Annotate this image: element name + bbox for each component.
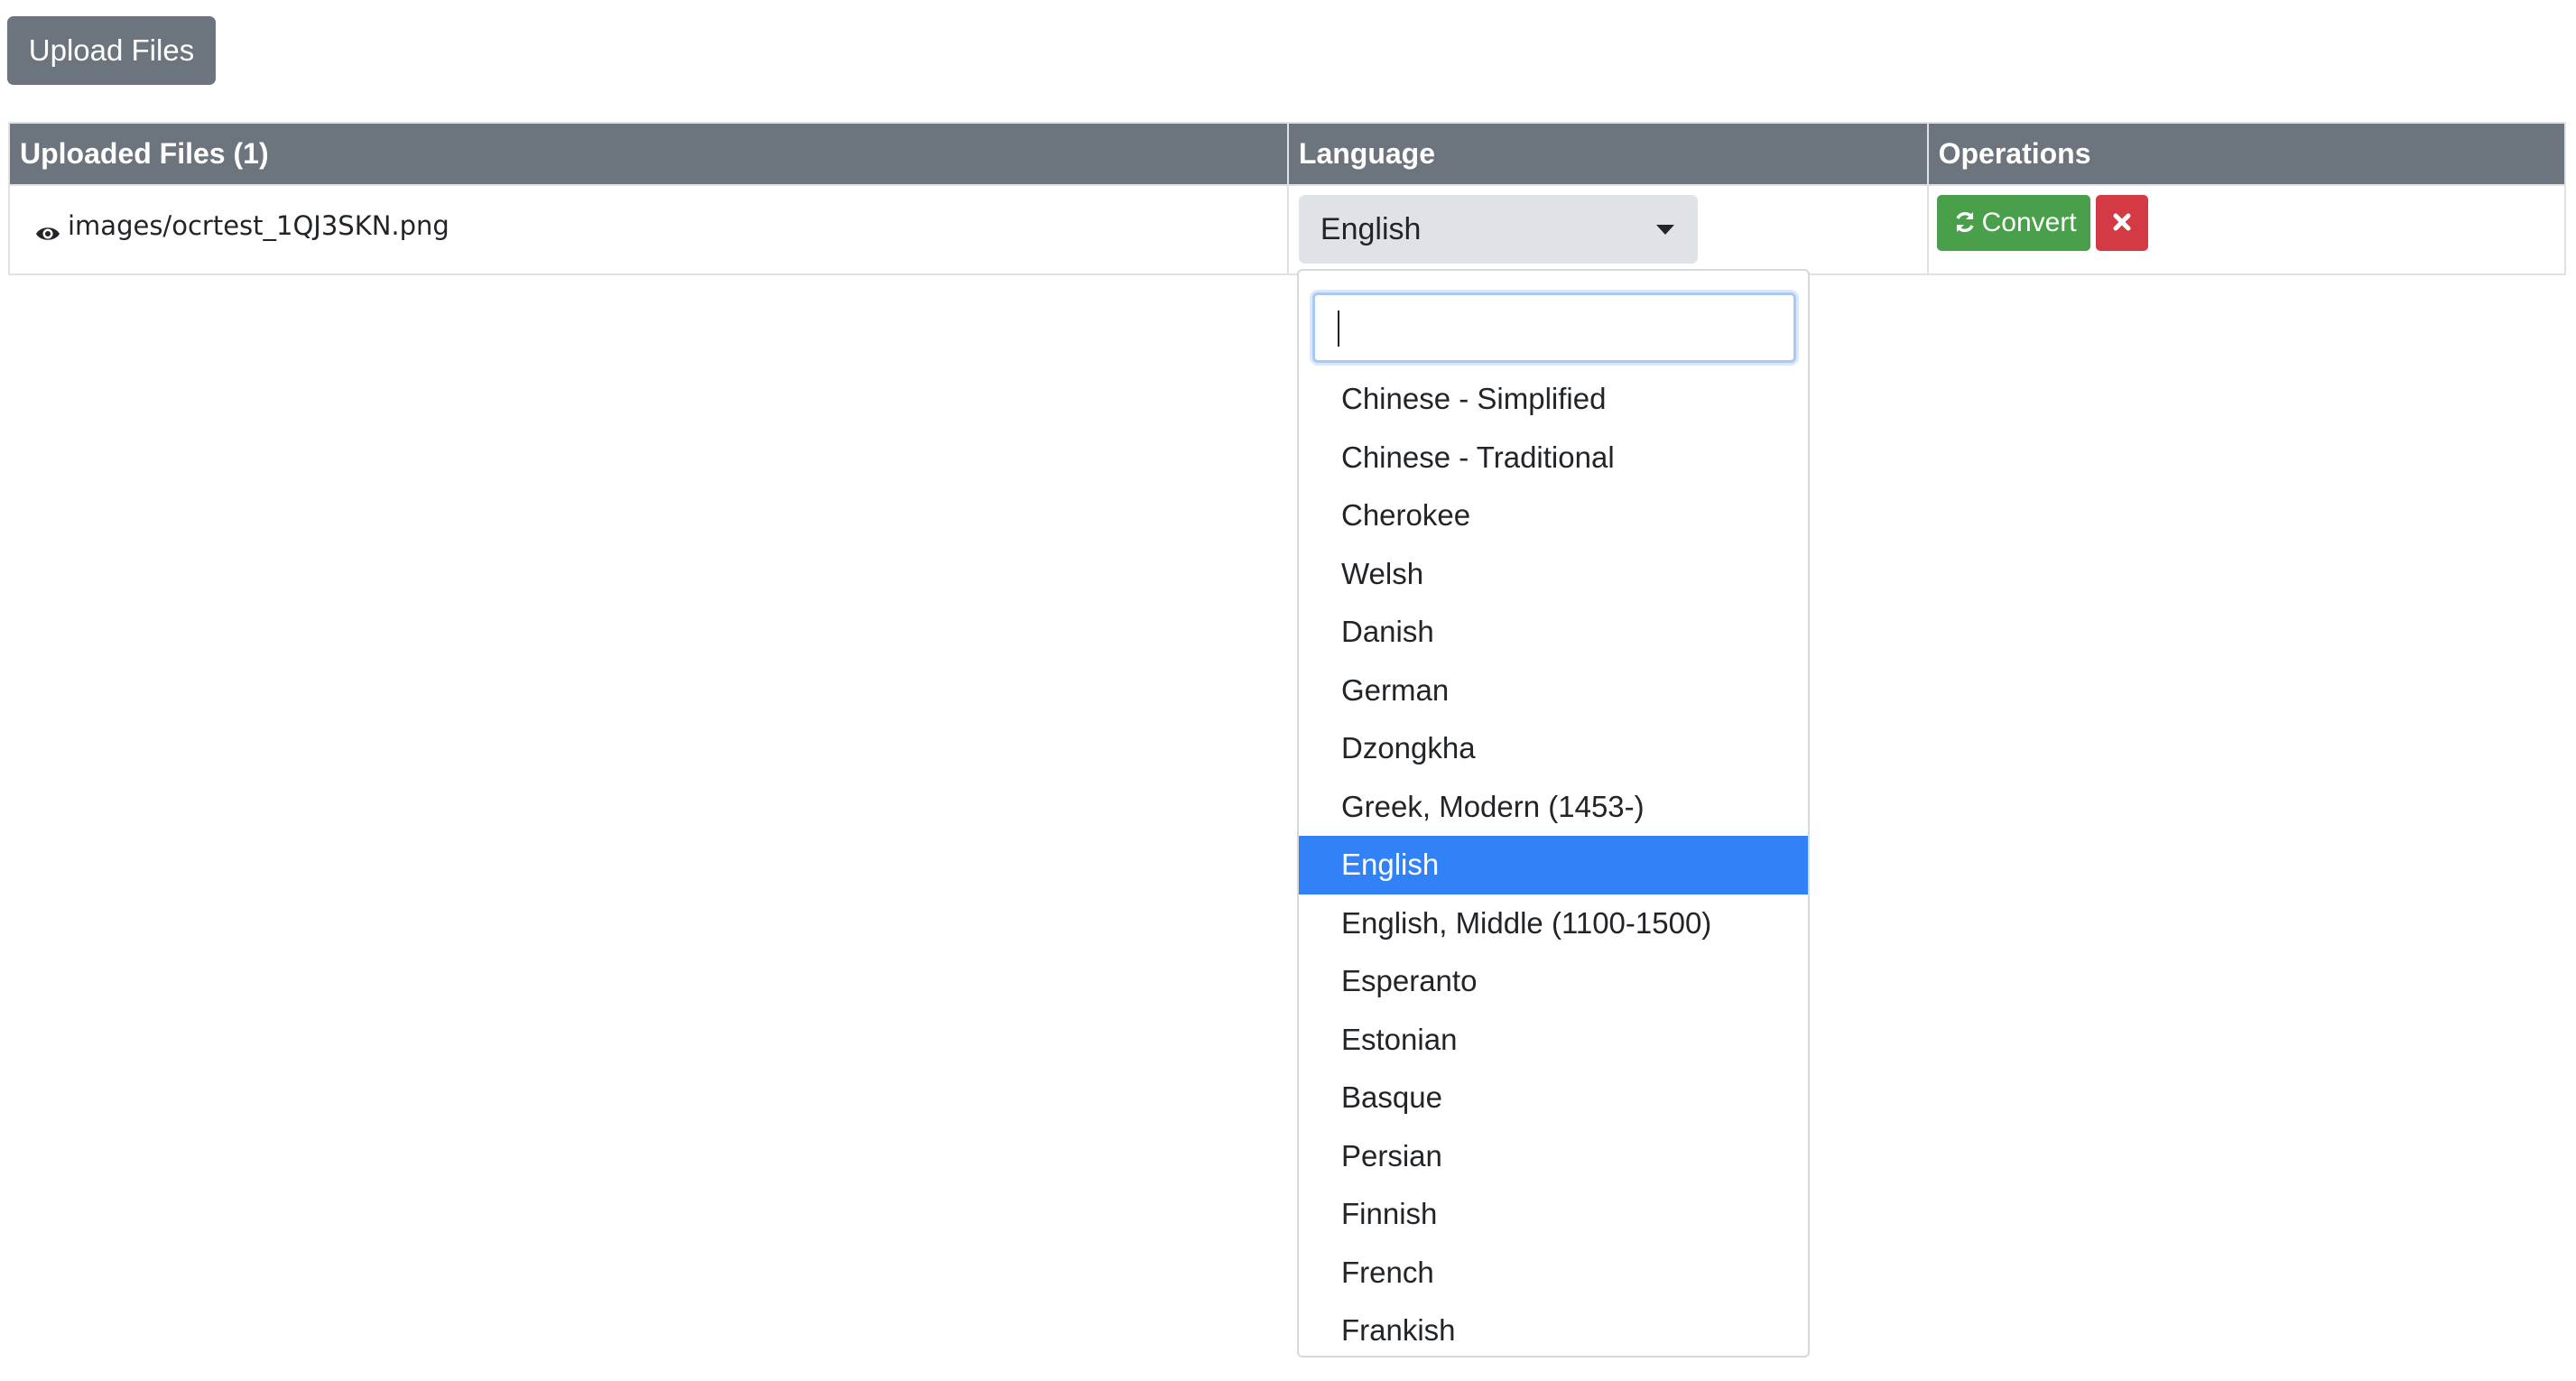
uploaded-files-table: Uploaded Files (1) Language Operations i… <box>8 122 2567 275</box>
language-option[interactable]: Estonian <box>1299 1011 1808 1070</box>
table-header-row: Uploaded Files (1) Language Operations <box>8 122 2567 186</box>
language-option[interactable]: Esperanto <box>1299 952 1808 1011</box>
file-cell: images/ocrtest_1QJ3SKN.png <box>8 184 1289 275</box>
language-select[interactable]: English <box>1298 195 1698 264</box>
language-option[interactable]: Finnish <box>1299 1185 1808 1244</box>
convert-button[interactable]: Convert <box>1936 195 2090 251</box>
table-row: images/ocrtest_1QJ3SKN.png English Conve… <box>8 184 2567 275</box>
language-option[interactable]: Chinese - Traditional <box>1299 429 1808 487</box>
language-option[interactable]: Welsh <box>1299 545 1808 604</box>
language-option[interactable]: Persian <box>1299 1127 1808 1186</box>
language-option[interactable]: Cherokee <box>1299 487 1808 545</box>
caret-down-icon <box>1655 225 1674 235</box>
language-option[interactable]: German <box>1299 662 1808 720</box>
language-option[interactable]: French <box>1299 1244 1808 1302</box>
language-search-input[interactable] <box>1312 292 1796 363</box>
language-options-list: Chinese - Simplified Chinese - Traditiona… <box>1299 370 1808 1360</box>
operations-cell: Convert <box>1926 184 2567 275</box>
header-operations: Operations <box>1926 122 2567 186</box>
close-icon <box>2113 213 2131 231</box>
eye-icon[interactable] <box>35 218 60 240</box>
file-name-link[interactable]: images/ocrtest_1QJ3SKN.png <box>68 210 449 241</box>
upload-files-button[interactable]: Upload Files <box>7 16 216 85</box>
language-option[interactable]: Dzongkha <box>1299 719 1808 778</box>
language-option[interactable]: Basque <box>1299 1069 1808 1127</box>
language-option[interactable]: Greek, Modern (1453-) <box>1299 778 1808 837</box>
language-cell: English <box>1286 184 1929 275</box>
convert-label: Convert <box>1981 208 2077 237</box>
language-option[interactable]: English, Middle (1100-1500) <box>1299 894 1808 953</box>
language-option[interactable]: English <box>1299 836 1808 894</box>
language-option[interactable]: Chinese - Simplified <box>1299 370 1808 429</box>
refresh-icon <box>1955 211 1974 232</box>
header-uploaded-files: Uploaded Files (1) <box>8 122 1289 186</box>
text-cursor <box>1338 310 1339 347</box>
language-option[interactable]: Frankish <box>1299 1302 1808 1360</box>
language-select-value: English <box>1320 212 1422 246</box>
language-dropdown: Chinese - Simplified Chinese - Traditiona… <box>1297 269 1810 1358</box>
header-language: Language <box>1286 122 1929 186</box>
delete-button[interactable] <box>2095 195 2148 251</box>
language-option[interactable]: Danish <box>1299 603 1808 662</box>
